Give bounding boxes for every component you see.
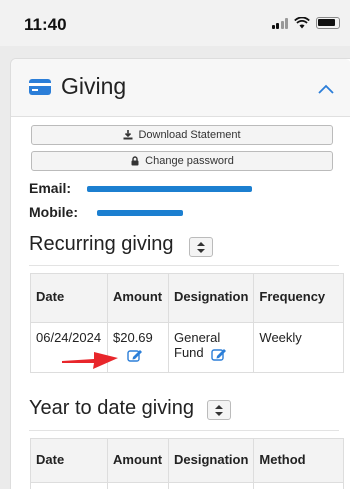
status-bar: 11:40 — [0, 0, 350, 46]
ytd-sort-button[interactable] — [207, 400, 231, 420]
credit-card-icon — [29, 79, 51, 95]
column-header-designation: Designation — [167, 273, 255, 323]
column-header-date: Date — [30, 438, 108, 483]
download-statement-button[interactable]: Download Statement — [31, 125, 333, 145]
column-header-amount: Amount — [107, 273, 169, 323]
chevron-up-icon[interactable] — [317, 83, 335, 95]
change-password-button[interactable]: Change password — [31, 151, 333, 171]
lock-icon — [131, 156, 139, 166]
recurring-sort-button[interactable] — [189, 237, 213, 257]
cell-empty — [167, 482, 255, 489]
recurring-giving-title: Recurring giving — [29, 233, 174, 255]
change-password-label: Change password — [145, 155, 234, 167]
cell-designation: General Fund — [167, 322, 255, 373]
annotation-arrow-icon — [62, 352, 118, 369]
edit-designation-icon[interactable] — [211, 347, 227, 361]
edit-amount-icon[interactable] — [127, 348, 143, 362]
column-header-date: Date — [30, 273, 108, 323]
giving-card: Giving Download Statement Change passwor… — [10, 58, 350, 489]
email-redaction — [87, 186, 252, 192]
cell-empty — [30, 482, 108, 489]
status-icons — [271, 17, 340, 29]
column-header-amount: Amount — [107, 438, 169, 483]
recurring-divider — [29, 265, 339, 266]
table-row — [30, 482, 345, 489]
sort-icon — [215, 404, 223, 416]
designation-line1: General — [174, 330, 221, 345]
cell-frequency: Weekly — [253, 322, 345, 373]
sort-icon — [197, 241, 205, 253]
signal-icon — [271, 17, 288, 29]
giving-card-header[interactable]: Giving — [11, 59, 350, 117]
download-statement-label: Download Statement — [138, 129, 241, 141]
table-header-row: Date Amount Designation Method — [30, 438, 345, 483]
wifi-icon — [294, 17, 310, 29]
ytd-divider — [29, 430, 339, 431]
column-header-frequency: Frequency — [253, 273, 345, 323]
email-label: Email: — [29, 180, 72, 196]
mobile-redaction — [97, 210, 183, 216]
giving-title: Giving — [61, 73, 127, 99]
download-icon — [123, 130, 133, 140]
mobile-label: Mobile: — [29, 204, 78, 220]
column-header-designation: Designation — [167, 438, 255, 483]
cell-empty — [253, 482, 345, 489]
status-time: 11:40 — [24, 15, 67, 34]
cell-empty — [107, 482, 169, 489]
amount-value: $20.69 — [113, 330, 153, 345]
ytd-giving-title: Year to date giving — [29, 397, 194, 419]
designation-line2: Fund — [174, 345, 204, 360]
column-header-method: Method — [253, 438, 345, 483]
ytd-table: Date Amount Designation Method — [30, 438, 345, 489]
battery-icon — [316, 17, 340, 29]
table-header-row: Date Amount Designation Frequency — [30, 273, 345, 323]
